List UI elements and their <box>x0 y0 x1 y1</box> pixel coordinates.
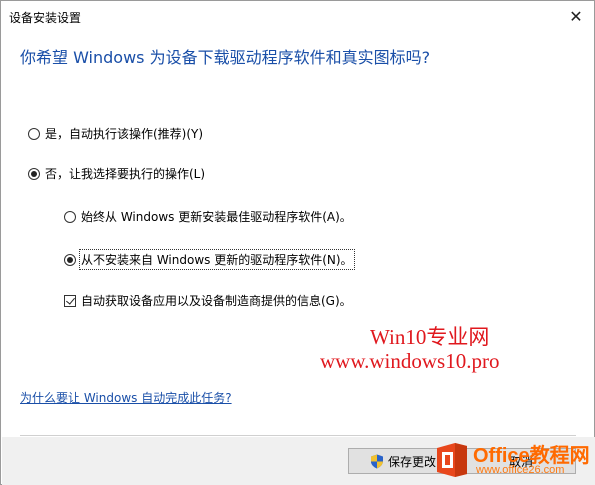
device-installation-settings-dialog: 设备安装设置 ✕ 你希望 Windows 为设备下载驱动程序软件和真实图标吗? … <box>0 0 595 485</box>
option-no-let-me-choose[interactable]: 否，让我选择要执行的操作(L) <box>28 165 205 182</box>
checkbox-auto-fetch[interactable] <box>64 294 76 307</box>
option-auto-fetch-device-info[interactable]: 自动获取设备应用以及设备制造商提供的信息(G)。 <box>64 292 352 309</box>
office-logo-url: www.office26.com <box>476 464 565 476</box>
window-title: 设备安装设置 <box>9 11 82 25</box>
close-icon: ✕ <box>569 6 583 26</box>
watermark-site-url: www.windows10.pro <box>320 349 500 373</box>
uac-shield-icon <box>370 454 383 468</box>
option-never-install-label: 从不安装来自 Windows 更新的驱动程序软件(N)。 <box>79 249 355 270</box>
dialog-question-heading: 你希望 Windows 为设备下载驱动程序软件和真实图标吗? <box>20 48 431 67</box>
watermark-site-name: Win10专业网 <box>370 325 490 349</box>
office-logo-icon <box>437 443 467 477</box>
footer-divider <box>20 435 576 436</box>
radio-never-install[interactable] <box>64 253 76 266</box>
option-no-label: 否，让我选择要执行的操作(L) <box>45 167 206 181</box>
radio-always-install[interactable] <box>64 210 76 223</box>
radio-yes[interactable] <box>28 127 40 140</box>
title-bar: 设备安装设置 ✕ <box>1 1 594 31</box>
radio-no[interactable] <box>28 167 40 180</box>
option-yes-automatic[interactable]: 是，自动执行该操作(推荐)(Y) <box>28 125 203 142</box>
option-always-install-from-update[interactable]: 始终从 Windows 更新安装最佳驱动程序软件(A)。 <box>64 208 352 225</box>
office-tutorial-logo: Office教程网 www.office26.com <box>429 437 595 485</box>
option-never-install-from-update[interactable]: 从不安装来自 Windows 更新的驱动程序软件(N)。 <box>64 249 355 270</box>
close-button[interactable]: ✕ <box>564 5 588 27</box>
option-always-install-label: 始终从 Windows 更新安装最佳驱动程序软件(A)。 <box>81 210 352 224</box>
option-auto-fetch-label: 自动获取设备应用以及设备制造商提供的信息(G)。 <box>81 294 352 308</box>
why-automatic-help-link[interactable]: 为什么要让 Windows 自动完成此任务? <box>20 389 232 406</box>
option-yes-label: 是，自动执行该操作(推荐)(Y) <box>45 127 204 141</box>
